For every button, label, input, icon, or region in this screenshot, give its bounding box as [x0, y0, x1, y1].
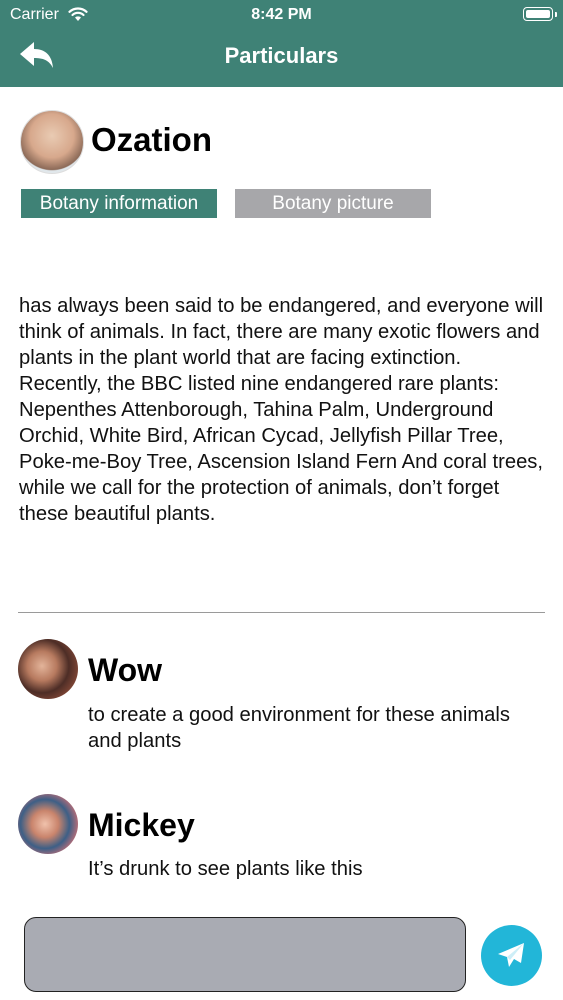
paper-plane-icon	[498, 943, 524, 967]
article-body: has always been said to be endangered, a…	[19, 295, 544, 525]
author-avatar[interactable]	[20, 110, 84, 174]
status-bar: Carrier 8:42 PM	[0, 0, 563, 30]
page-title: Particulars	[224, 43, 339, 68]
send-button[interactable]	[481, 925, 542, 986]
comment-text: to create a good environment for these a…	[88, 704, 510, 752]
comment-text: It’s drunk to see plants like this	[88, 858, 363, 880]
tab-botany-information[interactable]: Botany information	[21, 189, 217, 218]
comment-author: Mickey	[88, 807, 195, 843]
battery-icon	[523, 7, 557, 21]
comment-author: Wow	[88, 652, 163, 688]
comment-avatar[interactable]	[18, 794, 78, 854]
author-name: Ozation	[91, 121, 212, 158]
status-time: 8:42 PM	[251, 6, 312, 23]
divider	[18, 612, 545, 613]
comment-avatar[interactable]	[18, 639, 78, 699]
navigation-bar: Carrier 8:42 PM Particulars	[0, 0, 563, 87]
comment-input[interactable]	[24, 917, 466, 992]
tab-botany-picture[interactable]: Botany picture	[235, 189, 431, 218]
